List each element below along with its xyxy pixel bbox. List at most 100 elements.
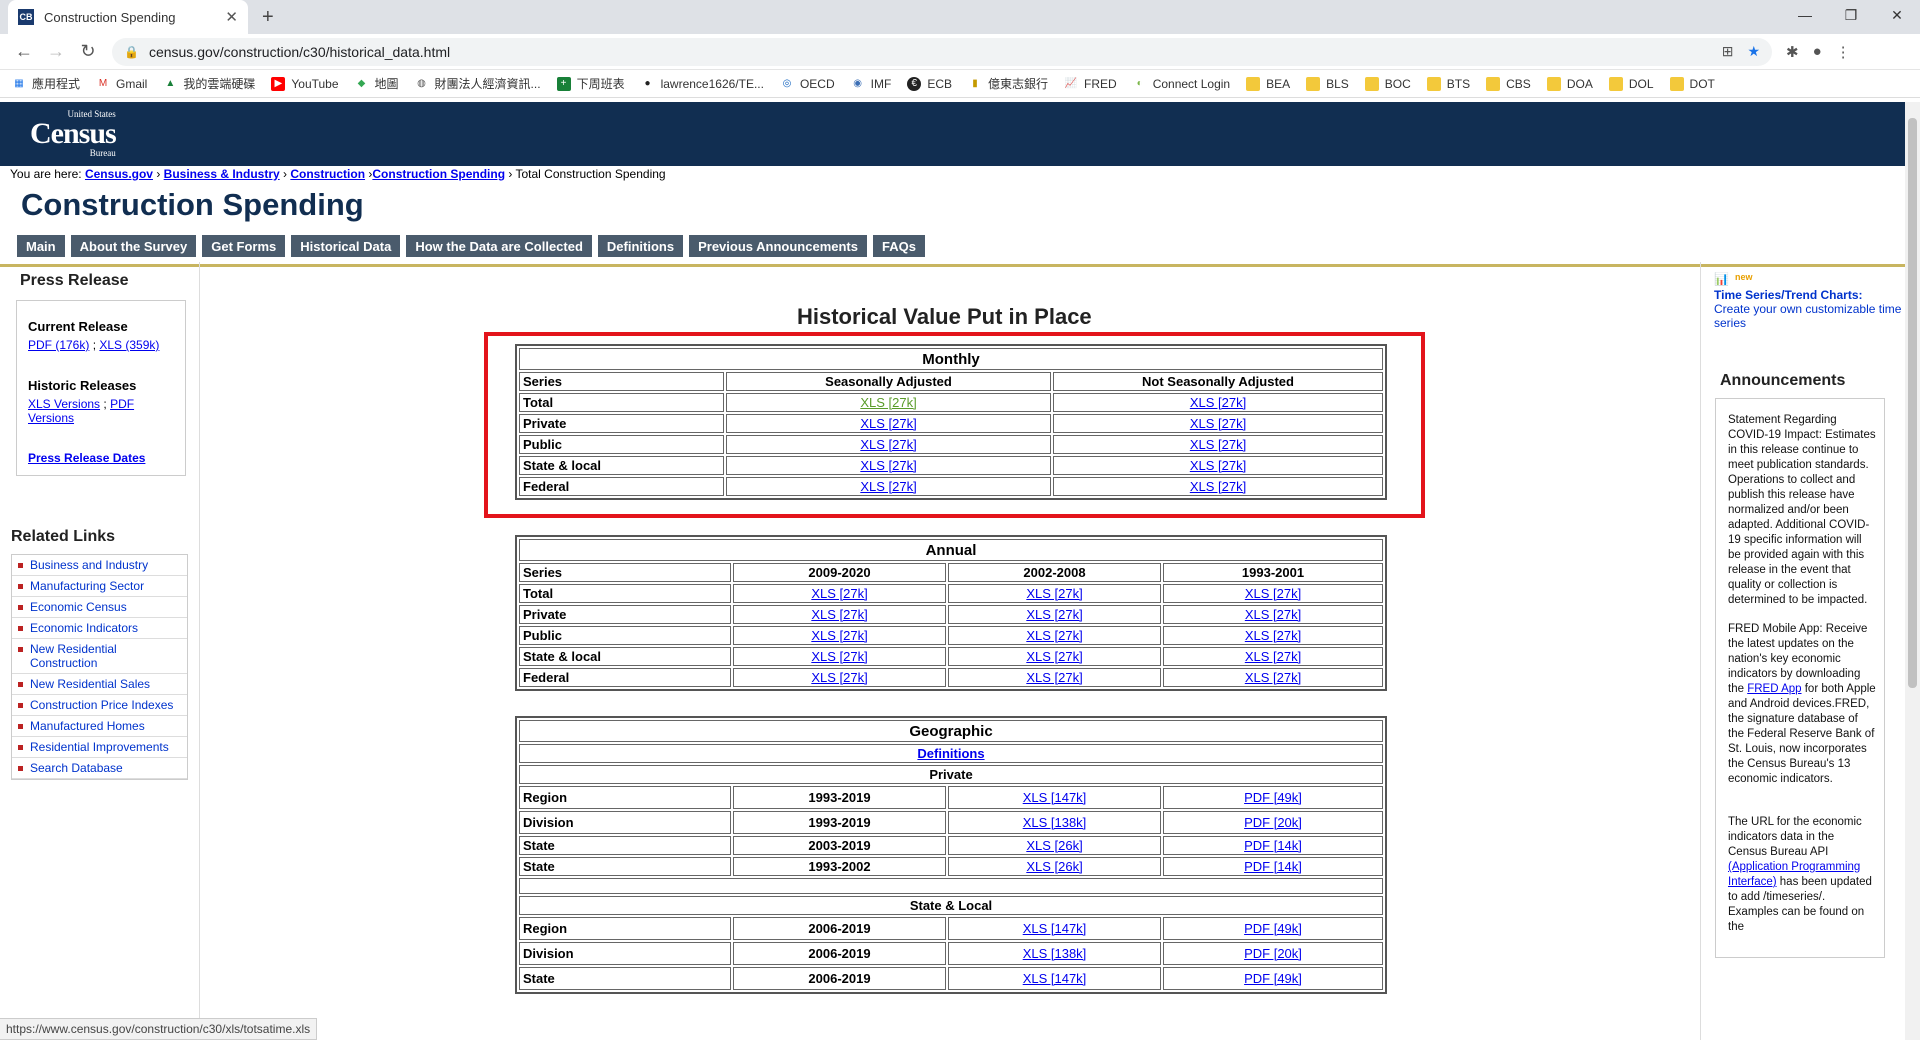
forward-icon[interactable]: → [40,41,72,62]
bookmark-youtube[interactable]: ▶ YouTube [271,76,339,91]
xls-link[interactable]: XLS [27k] [1190,437,1246,452]
xls-link[interactable]: XLS [27k] [1245,649,1301,664]
pdf-link[interactable]: PDF [14k] [1244,859,1302,874]
xls-link[interactable]: XLS [27k] [811,670,867,685]
minimize-icon[interactable]: — [1782,0,1828,30]
current-xls-link[interactable]: XLS (359k) [99,338,159,352]
related-link[interactable]: Economic Census [12,597,187,618]
xls-link[interactable]: XLS [27k] [860,416,916,431]
xls-link[interactable]: XLS [26k] [1026,838,1082,853]
tab-definitions[interactable]: Definitions [597,235,684,257]
current-pdf-link[interactable]: PDF (176k) [28,338,89,352]
close-window-icon[interactable]: ✕ [1874,0,1920,30]
press-release-dates-link[interactable]: Press Release Dates [28,451,145,465]
time-series-subtitle[interactable]: Create your own customizable time series [1714,302,1901,330]
browser-tab[interactable]: CB Construction Spending ✕ [8,0,248,34]
related-link[interactable]: Economic Indicators [12,618,187,639]
close-tab-icon[interactable]: ✕ [225,8,238,26]
xls-link[interactable]: XLS [147k] [1023,971,1087,986]
bookmark-apps[interactable]: ▦ 應用程式 [12,75,80,92]
pdf-link[interactable]: PDF [20k] [1244,946,1302,961]
address-bar[interactable]: 🔒 census.gov/construction/c30/historical… [112,37,1772,66]
extensions-icon[interactable]: ✱ [1786,43,1799,61]
tab-previous-announcements[interactable]: Previous Announcements [689,235,867,257]
xls-link[interactable]: XLS [138k] [1023,815,1087,830]
xls-link[interactable]: XLS [27k] [1026,586,1082,601]
bookmark-oecd[interactable]: ◎ OECD [780,77,835,91]
translate-icon[interactable]: ⊞ [1722,43,1734,60]
xls-link[interactable]: XLS [27k] [1190,395,1246,410]
bookmark-maps[interactable]: ◆ 地圖 [355,75,399,92]
time-series-title[interactable]: Time Series/Trend Charts: [1714,288,1905,302]
pdf-link[interactable]: PDF [20k] [1244,815,1302,830]
tab-historical-data[interactable]: Historical Data [291,235,401,257]
bookmark-bls[interactable]: BLS [1306,76,1349,91]
bookmark-drive[interactable]: ▲ 我的雲端硬碟 [163,75,255,92]
new-tab-icon[interactable]: + [262,6,274,29]
pdf-link[interactable]: PDF [14k] [1244,838,1302,853]
tab-how-collected[interactable]: How the Data are Collected [406,235,592,257]
restore-icon[interactable]: ❐ [1828,0,1874,30]
bookmark-dot[interactable]: DOT [1669,76,1715,91]
scrollbar-thumb[interactable] [1908,118,1917,688]
xls-link[interactable]: XLS [27k] [1245,586,1301,601]
bookmark-star-icon[interactable]: ★ [1747,43,1760,60]
xls-link[interactable]: XLS [27k] [1026,628,1082,643]
related-link[interactable]: Construction Price Indexes [12,695,187,716]
xls-link[interactable]: XLS [27k] [1245,670,1301,685]
xls-link[interactable]: XLS [147k] [1023,921,1087,936]
fred-app-link[interactable]: FRED App [1747,683,1801,695]
related-link[interactable]: Residential Improvements [12,737,187,758]
xls-link[interactable]: XLS [27k] [811,649,867,664]
xls-link[interactable]: XLS [27k] [860,479,916,494]
pdf-link[interactable]: PDF [49k] [1244,921,1302,936]
time-series-promo[interactable]: 📊 new Time Series/Trend Charts: Create y… [1701,262,1905,330]
bookmark-connect-login[interactable]: ◐ Connect Login [1133,77,1230,91]
lock-icon[interactable]: 🔒 [124,45,139,59]
bookmark-gmail[interactable]: M Gmail [96,77,148,91]
tab-about-survey[interactable]: About the Survey [70,235,197,257]
breadcrumb-construction[interactable]: Construction [290,167,365,181]
xls-link[interactable]: XLS [27k] [811,607,867,622]
xls-link[interactable]: XLS [147k] [1023,790,1087,805]
breadcrumb-construction-spending[interactable]: Construction Spending [372,167,505,181]
xls-link[interactable]: XLS [27k] [1190,416,1246,431]
bookmark-sheets[interactable]: + 下周班表 [556,75,625,92]
related-link[interactable]: New Residential Sales [12,674,187,695]
tab-main[interactable]: Main [17,235,65,257]
related-link[interactable]: New Residential Construction [12,639,187,674]
bookmark-bts[interactable]: BTS [1426,76,1470,91]
bookmark-dol[interactable]: DOL [1608,76,1654,91]
related-link[interactable]: Search Database [12,758,187,779]
menu-icon[interactable]: ⋮ [1836,43,1851,61]
bookmark-doa[interactable]: DOA [1546,76,1593,91]
xls-link[interactable]: XLS [27k] [1026,649,1082,664]
xls-link[interactable]: XLS [27k] [860,395,916,410]
pdf-link[interactable]: PDF [49k] [1244,971,1302,986]
xls-link[interactable]: XLS [27k] [860,458,916,473]
related-link[interactable]: Business and Industry [12,555,187,576]
back-icon[interactable]: ← [8,41,40,62]
xls-link[interactable]: XLS [27k] [1026,670,1082,685]
bookmark-imf[interactable]: ◉ IMF [851,77,891,91]
xls-link[interactable]: XLS [26k] [1026,859,1082,874]
tab-faqs[interactable]: FAQs [872,235,925,257]
pdf-link[interactable]: PDF [49k] [1244,790,1302,805]
xls-link[interactable]: XLS [27k] [1245,607,1301,622]
bookmark-bea[interactable]: BEA [1246,76,1290,91]
page-scrollbar[interactable] [1905,102,1920,1040]
reload-icon[interactable]: ↻ [72,41,104,62]
bookmark-boc[interactable]: BOC [1364,76,1411,91]
xls-link[interactable]: XLS [27k] [811,628,867,643]
bookmark-tier[interactable]: ◍ 財團法人經濟資訊... [415,75,540,92]
xls-link[interactable]: XLS [27k] [1026,607,1082,622]
xls-link[interactable]: XLS [27k] [811,586,867,601]
bookmark-fred[interactable]: 📈 FRED [1064,77,1117,91]
breadcrumb-census[interactable]: Census.gov [85,167,153,181]
xls-link[interactable]: XLS [138k] [1023,946,1087,961]
bookmark-ecb[interactable]: € ECB [907,76,952,91]
related-link[interactable]: Manufacturing Sector [12,576,187,597]
bookmark-github[interactable]: ● lawrence1626/TE... [641,77,764,91]
bookmark-cbs[interactable]: CBS [1486,76,1531,91]
url-text[interactable]: census.gov/construction/c30/historical_d… [149,44,450,60]
